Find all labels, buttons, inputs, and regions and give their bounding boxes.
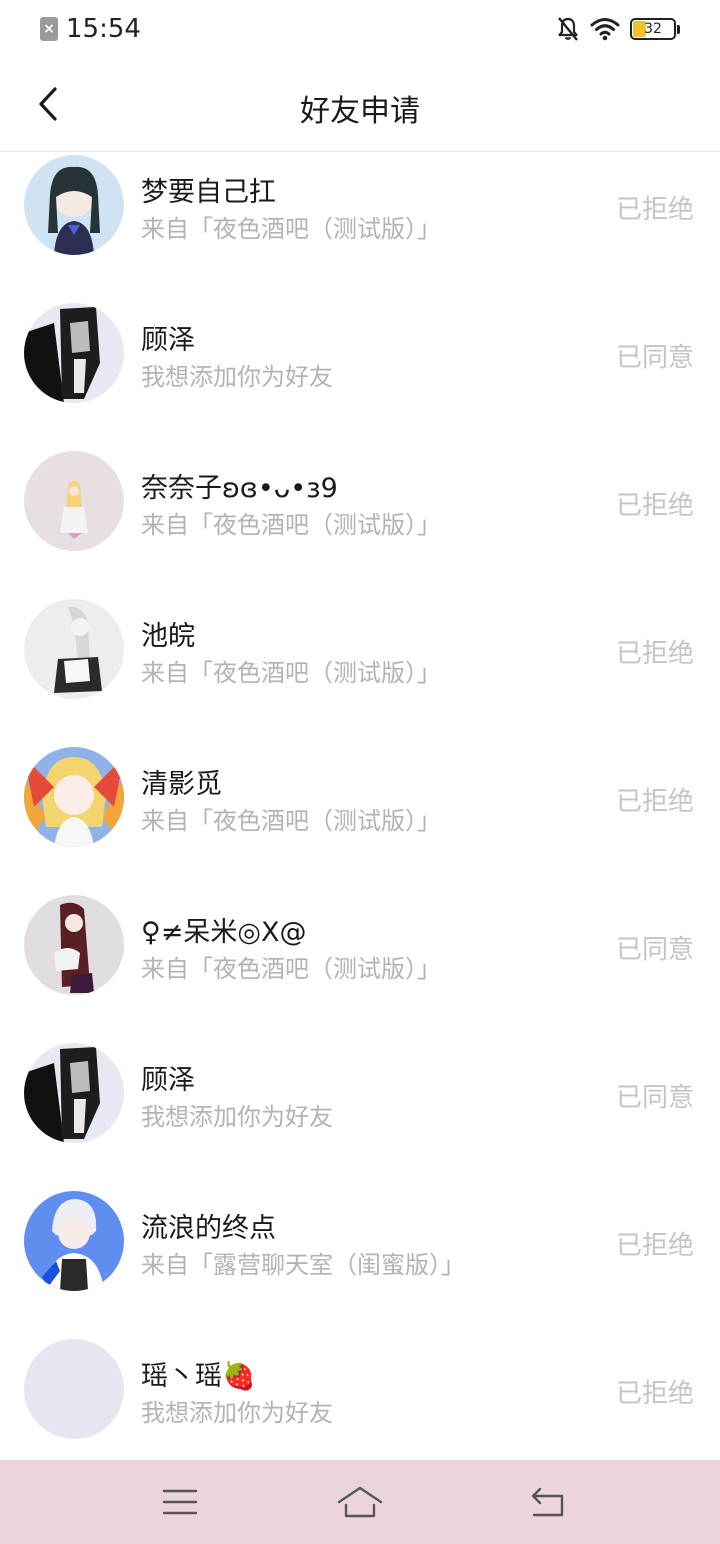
friend-request-item[interactable]: 瑶丶瑶🍓 我想添加你为好友 已拒绝 [0,1317,720,1465]
request-message: 我想添加你为好友 [141,1399,333,1427]
request-message: 来自「露营聊天室（闺蜜版）」 [141,1251,465,1279]
system-navigation-bar [0,1460,720,1544]
requester-name: 池皖 [141,621,195,652]
requester-name: 清影觅 [141,769,222,800]
request-status: 已拒绝 [615,491,694,521]
sim-disabled-icon: × [40,17,58,41]
request-message: 我想添加你为好友 [141,363,333,391]
request-status: 已拒绝 [615,195,694,225]
request-status: 已同意 [615,935,694,965]
request-status: 已同意 [615,343,694,373]
menu-icon [162,1489,198,1515]
avatar[interactable] [24,155,124,255]
requester-name: ♀≠呆米◎X@ [141,917,307,948]
friend-request-item[interactable]: 清影觅 来自「夜色酒吧（测试版）」 已拒绝 [0,725,720,873]
requester-name: 顾泽 [141,1065,195,1096]
status-left: × 15:54 [40,14,141,44]
page-title: 好友申请 [300,94,420,129]
request-message: 来自「夜色酒吧（测试版）」 [141,659,441,687]
status-right: 32 [546,14,680,44]
battery-icon: 32 [630,18,680,40]
battery-level: 32 [644,21,662,37]
status-bar: × 15:54 32 [0,0,720,58]
requester-name: 奈奈子ʚɞ•ᴗ•ɜ9 [141,473,338,504]
menu-button[interactable] [150,1480,210,1524]
request-message: 来自「夜色酒吧（测试版）」 [141,807,441,835]
request-status: 已拒绝 [615,1231,694,1261]
requester-name: 瑶丶瑶🍓 [141,1361,256,1392]
avatar[interactable] [24,1043,124,1143]
friend-request-item[interactable]: 梦要自己扛 来自「夜色酒吧（测试版）」 已拒绝 [0,133,720,281]
requester-name: 顾泽 [141,325,195,356]
friend-request-item[interactable]: 池皖 来自「夜色酒吧（测试版）」 已拒绝 [0,577,720,725]
friend-requests-screen: × 15:54 32 好友申请 梦要自己扛 来自「夜色酒吧（测试版）」 已拒绝 … [0,0,720,1544]
wifi-icon [590,17,620,41]
avatar[interactable] [24,451,124,551]
request-status: 已拒绝 [615,639,694,669]
avatar[interactable] [24,895,124,995]
friend-request-item[interactable]: 奈奈子ʚɞ•ᴗ•ɜ9 来自「夜色酒吧（测试版）」 已拒绝 [0,429,720,577]
request-message: 来自「夜色酒吧（测试版）」 [141,215,441,243]
friend-request-item[interactable]: 流浪的终点 来自「露营聊天室（闺蜜版）」 已拒绝 [0,1169,720,1317]
friend-request-list: 梦要自己扛 来自「夜色酒吧（测试版）」 已拒绝 顾泽 我想添加你为好友 已同意 [0,133,720,1465]
request-status: 已拒绝 [615,1379,694,1409]
avatar[interactable] [24,1339,124,1439]
friend-request-item[interactable]: 顾泽 我想添加你为好友 已同意 [0,281,720,429]
requester-name: 流浪的终点 [141,1213,276,1244]
home-icon [337,1486,383,1518]
back-icon [531,1487,564,1517]
avatar[interactable] [24,1191,124,1291]
status-time: 15:54 [66,14,141,44]
request-message: 来自「夜色酒吧（测试版）」 [141,511,441,539]
request-status: 已拒绝 [615,787,694,817]
friend-request-item[interactable]: ♀≠呆米◎X@ 来自「夜色酒吧（测试版）」 已同意 [0,873,720,1021]
request-status: 已同意 [615,1083,694,1113]
avatar[interactable] [24,303,124,403]
requester-name: 梦要自己扛 [141,177,276,208]
mute-bell-icon [556,16,580,42]
home-button[interactable] [330,1480,390,1524]
request-message: 来自「夜色酒吧（测试版）」 [141,955,441,983]
avatar[interactable] [24,747,124,847]
request-message: 我想添加你为好友 [141,1103,333,1131]
back-nav-button[interactable] [518,1480,578,1524]
avatar[interactable] [24,599,124,699]
friend-request-item[interactable]: 顾泽 我想添加你为好友 已同意 [0,1021,720,1169]
